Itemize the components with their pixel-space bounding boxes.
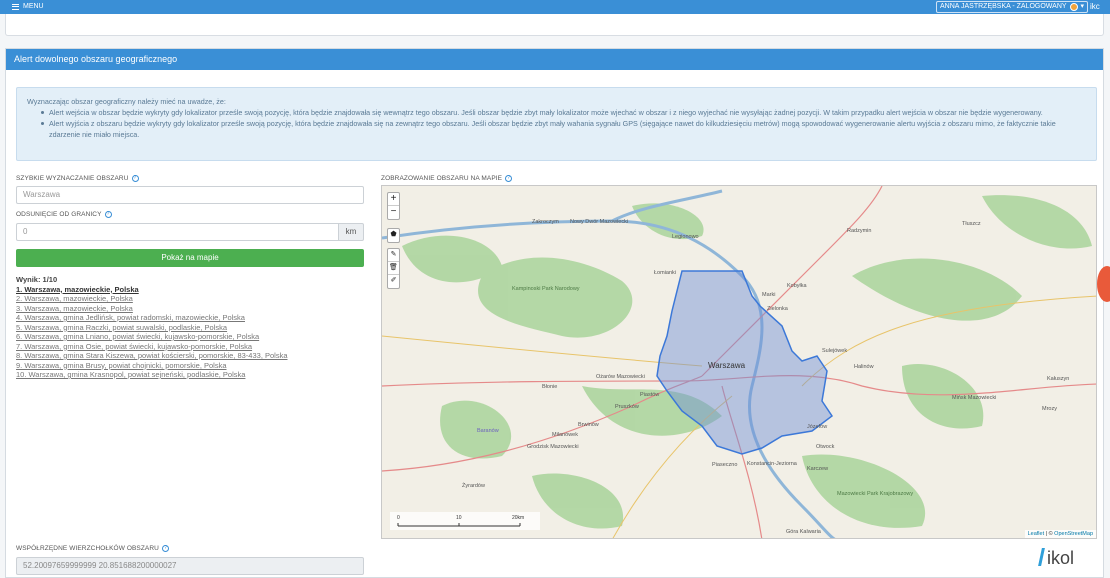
- unit-addon: km: [338, 223, 364, 241]
- info-box: Wyznaczając obszar geograficzny należy m…: [16, 87, 1097, 161]
- info-bullet-exit: Alert wyjścia z obszaru będzie wykryty g…: [41, 118, 1086, 140]
- result-link[interactable]: 4. Warszawa, gmina Jedlińsk, powiat rado…: [16, 313, 288, 323]
- place-label: Mrozy: [1042, 406, 1057, 412]
- result-link[interactable]: 8. Warszawa, gmina Stara Kiszewa, powiat…: [16, 351, 288, 361]
- place-label: Łomianki: [654, 270, 677, 276]
- quick-area-input[interactable]: Warszawa: [16, 186, 364, 204]
- place-label: Nowy Dwór Mazowiecki: [570, 219, 629, 225]
- chevron-down-icon: ▾: [1080, 3, 1085, 10]
- place-label: Pruszków: [615, 404, 639, 410]
- scale-tick: 20km: [512, 515, 525, 521]
- geofence-panel: Alert dowolnego obszaru geograficznego W…: [5, 48, 1104, 578]
- place-label: Sulejówek: [822, 348, 848, 354]
- menu-button[interactable]: MENU: [12, 3, 44, 10]
- result-link[interactable]: 9. Warszawa, gmina Brusy, powiat chojnic…: [16, 361, 288, 371]
- info-intro: Wyznaczając obszar geograficzny należy m…: [27, 97, 226, 106]
- show-on-map-button[interactable]: Pokaż na mapie: [16, 249, 364, 267]
- header-strip: [5, 14, 1104, 36]
- panel-title: Alert dowolnego obszaru geograficznego: [6, 49, 1103, 70]
- logo-text: ikol: [1047, 548, 1075, 568]
- place-label: Radzymin: [847, 228, 872, 234]
- osm-link[interactable]: OpenStreetMap: [1054, 531, 1093, 537]
- help-icon[interactable]: ?: [104, 211, 112, 218]
- map-attribution: Leaflet | © OpenStreetMap: [1024, 530, 1096, 538]
- map-view[interactable]: Warszawa Legionowo Kampinoski Park Narod…: [381, 185, 1097, 539]
- result-link[interactable]: 1. Warszawa, mazowieckie, Polska: [16, 285, 288, 295]
- offset-label: ODSUNIĘCIE OD GRANICY?: [16, 211, 112, 218]
- place-label: Józefów: [807, 424, 828, 430]
- polygon-icon[interactable]: ⬟: [388, 229, 399, 242]
- trash-icon[interactable]: 🗑: [388, 262, 399, 275]
- result-link[interactable]: 10. Warszawa, gmina Krasnopol, powiat se…: [16, 370, 288, 380]
- info-bullet-entry: Alert wejścia w obszar będzie wykryty gd…: [41, 107, 1086, 118]
- coords-textarea[interactable]: 52.20097659999999 20.851688200000027: [16, 557, 364, 575]
- hamburger-icon: [12, 3, 19, 10]
- edit-control: ✎ 🗑 ✐: [387, 248, 400, 289]
- offset-input[interactable]: 0: [16, 223, 339, 241]
- zoom-out-button[interactable]: −: [388, 206, 399, 219]
- place-label: Piastów: [640, 392, 660, 398]
- zoom-control: + −: [387, 192, 400, 220]
- place-label: Konstancin-Jeziorna: [747, 461, 797, 467]
- place-label: Piaseczno: [712, 462, 738, 468]
- place-label: Kampinoski Park Narodowy: [512, 286, 580, 292]
- place-label: Otwock: [816, 444, 835, 450]
- user-name: ANNA JASTRZĘBSKA - ZALOGOWANY: [940, 3, 1067, 10]
- place-label: Kobyłka: [787, 283, 807, 289]
- place-label: Grodzisk Mazowiecki: [527, 444, 579, 450]
- result-link[interactable]: 7. Warszawa, gmina Osie, powiat świecki,…: [16, 342, 288, 352]
- place-label: Żyrardów: [462, 483, 485, 489]
- place-label: Warszawa: [708, 361, 746, 370]
- avatar: [1069, 3, 1078, 11]
- place-label: Mazowiecki Park Krajobrazowy: [837, 491, 914, 497]
- search-results: Wynik: 1/10 1. Warszawa, mazowieckie, Po…: [16, 275, 288, 380]
- pin-icon[interactable]: ✐: [388, 275, 399, 288]
- brand-logo: ikc: [1090, 2, 1100, 11]
- edit-icon[interactable]: ✎: [388, 249, 399, 262]
- coords-label: WSPÓŁRZĘDNE WIERZCHOŁKÓW OBSZARU?: [16, 545, 169, 552]
- leaflet-link[interactable]: Leaflet: [1028, 531, 1045, 537]
- help-icon[interactable]: ?: [161, 545, 169, 552]
- result-link[interactable]: 3. Warszawa, mazowieckie, Polska: [16, 304, 288, 314]
- side-tab[interactable]: [1097, 266, 1110, 302]
- top-bar: MENU ANNA JASTRZĘBSKA - ZALOGOWANY ▾ ikc: [0, 0, 1110, 14]
- logo-mark: [1038, 548, 1045, 566]
- draw-control: ⬟: [387, 228, 400, 243]
- place-label: Legionowo: [672, 234, 699, 240]
- company-logo: ikol: [1038, 548, 1075, 569]
- place-label: Baranów: [477, 428, 499, 434]
- place-label: Zielonka: [767, 306, 788, 312]
- place-label: Ożarów Mazowiecki: [596, 374, 645, 380]
- result-link[interactable]: 5. Warszawa, gmina Raczki, powiat suwals…: [16, 323, 288, 333]
- scale-bar: 0 10 20km: [390, 512, 540, 530]
- place-label: Marki: [762, 292, 776, 298]
- place-label: Brwinów: [578, 422, 599, 428]
- place-label: Kałuszyn: [1047, 376, 1070, 382]
- place-label: Mińsk Mazowiecki: [952, 395, 997, 401]
- scale-tick: 10: [456, 515, 462, 521]
- place-label: Karczew: [807, 466, 829, 472]
- place-label: Tłuszcz: [962, 221, 981, 227]
- quick-area-label: SZYBKIE WYZNACZANIE OBSZARU?: [16, 175, 139, 182]
- results-header: Wynik: 1/10: [16, 275, 58, 284]
- place-label: Halinów: [854, 364, 874, 370]
- user-menu[interactable]: ANNA JASTRZĘBSKA - ZALOGOWANY ▾: [936, 1, 1089, 13]
- place-label: Błonie: [542, 384, 558, 390]
- help-icon[interactable]: ?: [505, 175, 513, 182]
- place-label: Milanówek: [552, 432, 578, 438]
- scale-tick: 0: [397, 515, 400, 521]
- map-label: ZOBRAZOWANIE OBSZARU NA MAPIE?: [381, 175, 513, 182]
- result-link[interactable]: 2. Warszawa, mazowieckie, Polska: [16, 294, 288, 304]
- zoom-in-button[interactable]: +: [388, 193, 399, 206]
- help-icon[interactable]: ?: [131, 175, 139, 182]
- menu-label: MENU: [23, 3, 44, 10]
- place-label: Zakroczym: [532, 219, 559, 225]
- result-link[interactable]: 6. Warszawa, gmina Lniano, powiat świeck…: [16, 332, 288, 342]
- place-label: Góra Kalwaria: [786, 529, 821, 535]
